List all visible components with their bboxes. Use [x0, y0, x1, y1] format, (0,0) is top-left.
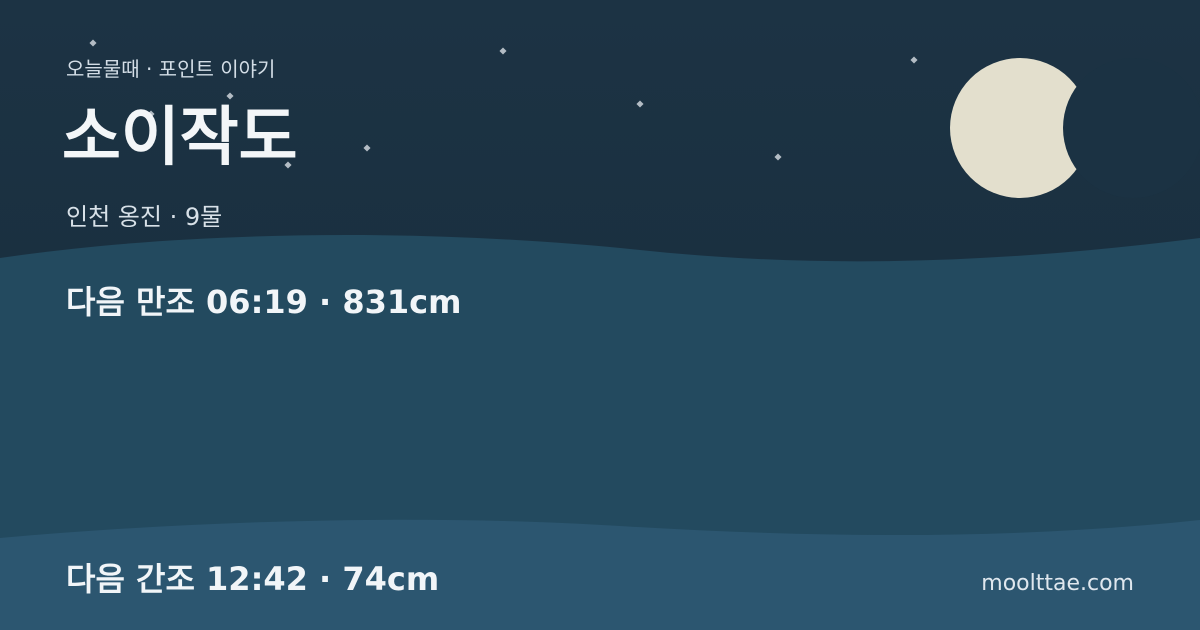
next-low-tide: 다음 간조 12:42 · 74cm	[66, 560, 440, 598]
site-url: moolttae.com	[981, 571, 1134, 596]
page-title: 소이작도	[62, 101, 298, 175]
brand-label: 오늘물때 · 포인트 이야기	[66, 57, 276, 81]
share-card: 오늘물때 · 포인트 이야기 소이작도 인천 옹진 · 9물 다음 만조 06:…	[0, 0, 1200, 630]
location-subtitle: 인천 옹진 · 9물	[66, 203, 223, 231]
next-high-tide: 다음 만조 06:19 · 831cm	[66, 283, 462, 321]
